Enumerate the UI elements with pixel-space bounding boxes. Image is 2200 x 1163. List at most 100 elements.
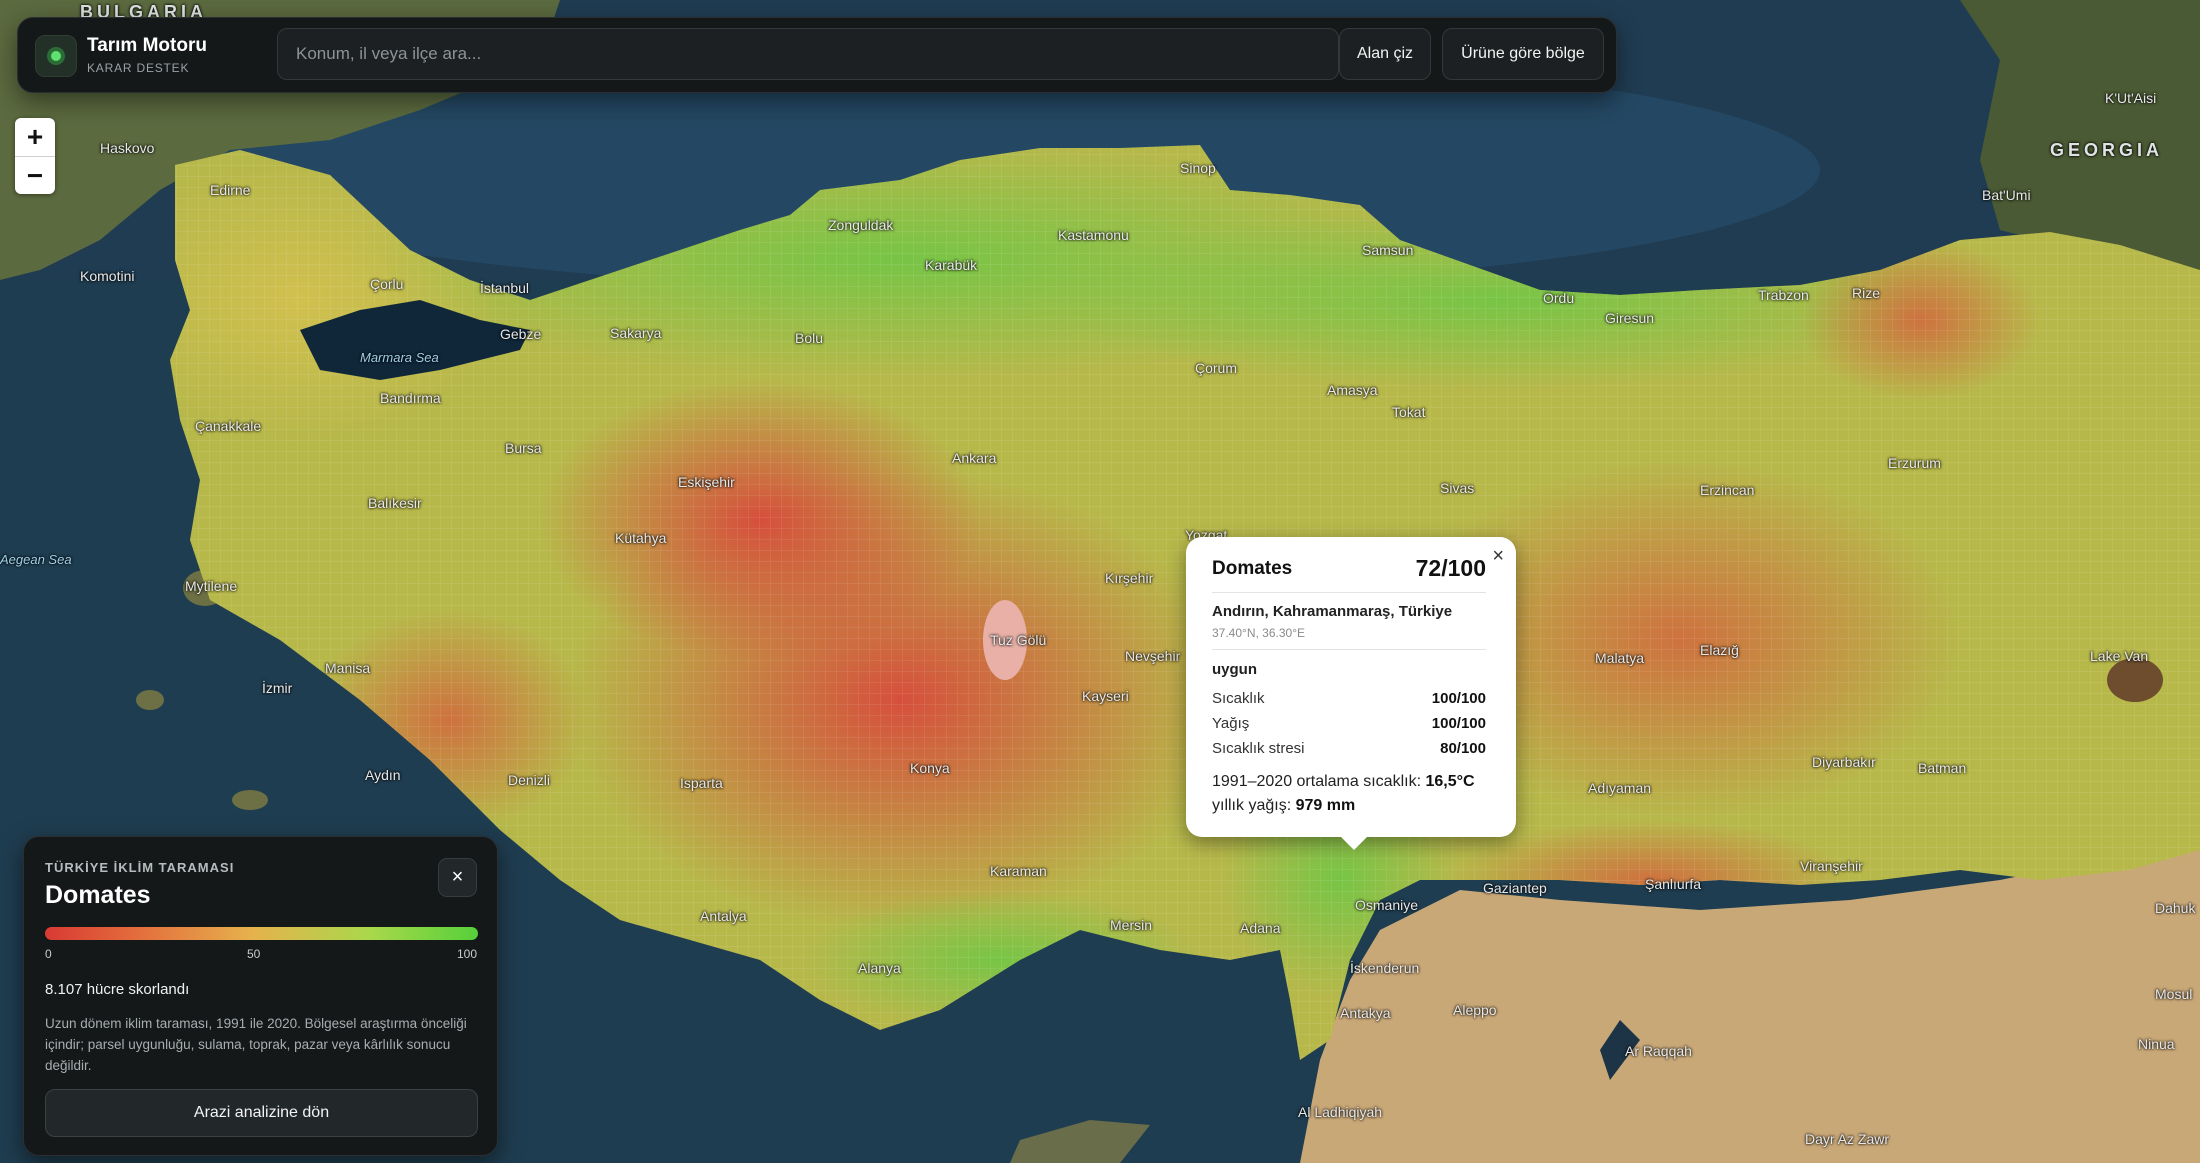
map-label-marmara-sea: Marmara Sea <box>360 350 439 365</box>
map-label-kutahya: Kütahya <box>615 530 667 546</box>
popup-metric-row: Sıcaklık stresi 80/100 <box>1212 740 1486 762</box>
map-label-viransehir: Viranşehir <box>1800 858 1863 874</box>
map-label-tokat: Tokat <box>1392 404 1426 420</box>
map-label-ar-raqqah: Ar Raqqah <box>1625 1043 1692 1059</box>
popup-close-icon[interactable]: × <box>1492 545 1504 568</box>
popup-divider <box>1212 592 1486 593</box>
brand-title: Tarım Motoru <box>87 35 207 56</box>
metric-value: 100/100 <box>1431 690 1486 707</box>
score-gradient-bar <box>45 927 478 940</box>
map-label-samsun: Samsun <box>1362 242 1414 258</box>
map-label-diyarbakir: Diyarbakır <box>1812 754 1876 770</box>
zoom-out-button[interactable]: − <box>15 157 55 194</box>
map-label-haskovo: Haskovo <box>100 140 155 156</box>
map-label-dahuk: Dahuk <box>2155 900 2196 916</box>
map-label-zonguldak: Zonguldak <box>828 217 894 233</box>
map-label-aleppo: Aleppo <box>1453 1002 1497 1018</box>
map-label-mersin: Mersin <box>1110 917 1153 933</box>
region-by-crop-button[interactable]: Ürüne göre bölge <box>1442 28 1604 80</box>
map-label-ninua: Ninua <box>2138 1036 2175 1052</box>
map-label-malatya: Malatya <box>1595 650 1645 666</box>
map-label-sivas: Sivas <box>1440 480 1475 496</box>
zoom-in-button[interactable]: + <box>15 118 55 157</box>
brand-dot-icon <box>47 47 65 65</box>
map-label-bolu: Bolu <box>795 330 824 346</box>
map-label-gebze: Gebze <box>500 326 542 342</box>
map-label-batman: Batman <box>1918 760 1967 776</box>
climate-temp-value: 16,5°C <box>1425 773 1475 790</box>
climate-temp-label: 1991–2020 ortalama sıcaklık: <box>1212 773 1422 790</box>
map-label-antakya: Antakya <box>1340 1005 1391 1021</box>
map-label-manisa: Manisa <box>325 660 371 676</box>
map-label-karabuk: Karabük <box>925 257 978 273</box>
map-label-ordu: Ordu <box>1543 290 1575 306</box>
map-label-kayseri: Kayseri <box>1082 688 1129 704</box>
map-label-sinop: Sinop <box>1180 160 1216 176</box>
popup-annual-rain: yıllık yağış: 979 mm <box>1212 797 1355 815</box>
popup-divider <box>1212 649 1486 650</box>
map-label-aydin: Aydın <box>365 767 401 783</box>
map-label-adana: Adana <box>1240 920 1281 936</box>
popup-climate-temp: 1991–2020 ortalama sıcaklık: 16,5°C <box>1212 773 1475 791</box>
map-label-istanbul: İstanbul <box>480 280 530 296</box>
scale-min-label: 0 <box>45 947 52 961</box>
map-label-giresun: Giresun <box>1605 310 1655 326</box>
top-toolbar: Tarım Motoru KARAR DESTEK Alan çiz Ürüne… <box>17 17 1617 93</box>
popup-status: uygun <box>1212 661 1257 678</box>
map-label-corum: Çorum <box>1195 360 1238 376</box>
back-to-land-analysis-button[interactable]: Arazi analizine dön <box>45 1089 478 1137</box>
popup-score: 72/100 <box>1415 555 1486 581</box>
map-label-iskenderun: İskenderun <box>1350 960 1420 976</box>
map-label-aegean-sea: Aegean Sea <box>0 552 72 567</box>
map-label-erzurum: Erzurum <box>1888 455 1941 471</box>
metric-label: Yağış <box>1212 715 1250 732</box>
map-label-canakkale: Çanakkale <box>195 418 262 434</box>
map-label-erzincan: Erzincan <box>1700 482 1755 498</box>
map-label-alanya: Alanya <box>858 960 901 976</box>
map-label-nevsehir: Nevşehir <box>1125 648 1181 664</box>
map-label-isparta: Isparta <box>680 775 723 791</box>
panel-title: Domates <box>45 881 151 909</box>
panel-close-button[interactable]: × <box>438 858 477 897</box>
map-label-amasya: Amasya <box>1327 382 1378 398</box>
map-label-kirsehir: Kırşehir <box>1105 570 1154 586</box>
brand-subtitle: KARAR DESTEK <box>87 61 190 75</box>
map-label-konya: Konya <box>910 760 950 776</box>
map-label-tuz-golu: Tuz Gölü <box>990 632 1047 648</box>
map-label-kastamonu: Kastamonu <box>1058 227 1129 243</box>
popup-metric-row: Sıcaklık 100/100 <box>1212 690 1486 712</box>
scale-max-label: 100 <box>457 947 478 961</box>
metric-value: 100/100 <box>1431 715 1486 732</box>
map-label-gaziantep: Gaziantep <box>1483 880 1547 896</box>
map-label-mosul: Mosul <box>2155 986 2193 1002</box>
map-label-rize: Rize <box>1852 285 1881 301</box>
map-label-georgia: GEORGIA <box>2050 140 2164 160</box>
search-input[interactable] <box>277 28 1339 80</box>
popup-location: Andırın, Kahramanmaraş, Türkiye <box>1212 603 1453 620</box>
map-label-bursa: Bursa <box>505 440 542 456</box>
map-label-eskisehir: Eskişehir <box>678 474 735 490</box>
map-label-corlu: Çorlu <box>370 276 404 292</box>
map-label-osmaniye: Osmaniye <box>1355 897 1419 913</box>
zoom-control: + − <box>15 118 55 194</box>
map-label-denizli: Denizli <box>508 772 551 788</box>
map-label-trabzon: Trabzon <box>1758 287 1809 303</box>
panel-eyebrow: TÜRKİYE İKLİM TARAMASI <box>45 860 235 875</box>
map-label-elazig: Elazığ <box>1700 642 1739 658</box>
scale-mid-label: 50 <box>247 947 261 961</box>
draw-area-button[interactable]: Alan çiz <box>1339 28 1431 80</box>
map-label-al-ladhiqiyah: Al Ladhiqiyah <box>1298 1104 1383 1120</box>
metric-label: Sıcaklık stresi <box>1212 740 1305 757</box>
map-label-batumi: Bat'Umi <box>1982 187 2031 203</box>
brand-logo <box>35 35 77 77</box>
cells-scored-count: 8.107 hücre skorlandı <box>45 981 190 998</box>
annual-rain-label: yıllık yağış: <box>1212 797 1292 814</box>
popup-crop-name: Domates <box>1212 558 1293 579</box>
map-label-kutaisi: K'Ut'Aisi <box>2105 90 2157 106</box>
metric-label: Sıcaklık <box>1212 690 1265 707</box>
annual-rain-value: 979 mm <box>1295 797 1356 814</box>
map-label-adiyaman: Adıyaman <box>1588 780 1652 796</box>
map-label-komotini: Komotini <box>80 268 135 284</box>
map-label-bandirma: Bandırma <box>380 390 441 406</box>
climate-scan-panel: TÜRKİYE İKLİM TARAMASI Domates × 0 50 10… <box>23 836 498 1156</box>
